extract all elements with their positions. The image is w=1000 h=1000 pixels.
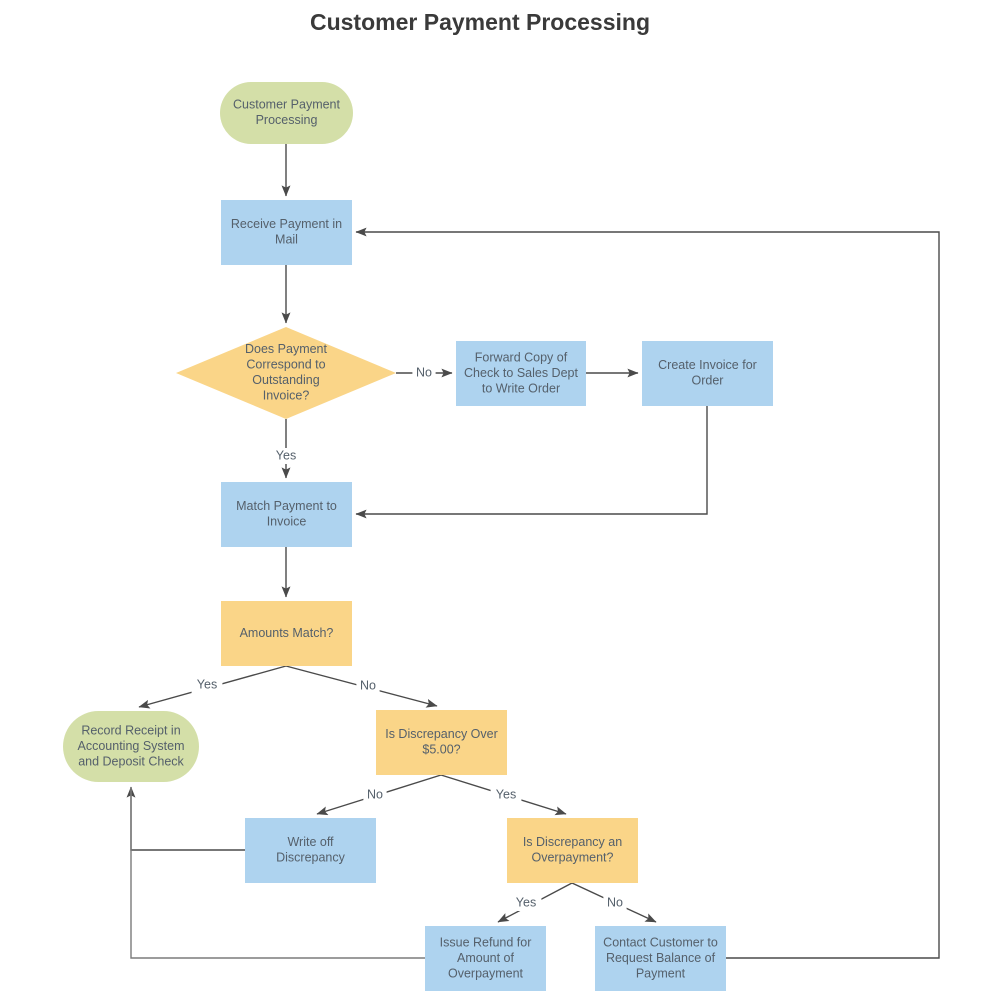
- edge-line: [355, 227, 940, 959]
- node-shape-stadium: [220, 82, 353, 144]
- edge-hitarea: [356, 232, 939, 958]
- node-shape-diamond: [176, 327, 396, 419]
- edge-label-e5: Yes: [276, 448, 296, 462]
- node-overpay[interactable]: Is Discrepancy anOverpayment?: [507, 818, 638, 883]
- node-shape-rect: [642, 341, 773, 406]
- node-writeoff[interactable]: Write offDiscrepancy: [245, 818, 376, 883]
- node-shape-rect: [425, 926, 546, 991]
- node-over5[interactable]: Is Discrepancy Over$5.00?: [376, 710, 507, 775]
- node-shape-rect: [221, 601, 352, 666]
- edge-label-e9: No: [360, 678, 376, 692]
- edge-line: [126, 786, 245, 851]
- node-refund[interactable]: Issue Refund forAmount ofOverpayment: [425, 926, 546, 991]
- edge-label-e8: Yes: [197, 677, 217, 691]
- node-shape-rect: [595, 926, 726, 991]
- edge-writeoff-to-record: [126, 786, 245, 851]
- node-shape-rect: [507, 818, 638, 883]
- node-match[interactable]: Match Payment toInvoice: [221, 482, 352, 547]
- edge-label-e10: No: [367, 787, 383, 801]
- flowchart-canvas: Customer Payment Processing Customer Pay…: [0, 0, 1000, 1000]
- node-correspond[interactable]: Does PaymentCorrespond toOutstandingInvo…: [176, 327, 396, 419]
- edge-label-e11: Yes: [496, 787, 516, 801]
- node-start[interactable]: Customer PaymentProcessing: [220, 82, 353, 144]
- node-shape-rect: [221, 200, 352, 265]
- edge-invoice-to-match: [355, 406, 708, 519]
- node-shape-rect: [376, 710, 507, 775]
- edge-hitarea: [131, 787, 245, 850]
- edge-contact-to-receive: [355, 227, 940, 959]
- node-invoice[interactable]: Create Invoice forOrder: [642, 341, 773, 406]
- node-shape-rect: [221, 482, 352, 547]
- edge-label-e3: No: [416, 365, 432, 379]
- node-shape-rect: [456, 341, 586, 406]
- edge-hitarea: [356, 406, 707, 514]
- edge-line: [355, 406, 708, 519]
- node-shape-stadium: [63, 711, 199, 782]
- node-contact[interactable]: Contact Customer toRequest Balance ofPay…: [595, 926, 726, 991]
- page-title: Customer Payment Processing: [310, 9, 650, 35]
- flowchart-svg: Customer Payment Processing Customer Pay…: [63, 9, 940, 991]
- node-forward[interactable]: Forward Copy ofCheck to Sales Deptto Wri…: [456, 341, 586, 406]
- node-amounts[interactable]: Amounts Match?: [221, 601, 352, 666]
- edge-label-e13: No: [607, 895, 623, 909]
- edge-label-e12: Yes: [516, 895, 536, 909]
- node-record[interactable]: Record Receipt inAccounting Systemand De…: [63, 711, 199, 782]
- node-shape-rect: [245, 818, 376, 883]
- node-receive[interactable]: Receive Payment inMail: [221, 200, 352, 265]
